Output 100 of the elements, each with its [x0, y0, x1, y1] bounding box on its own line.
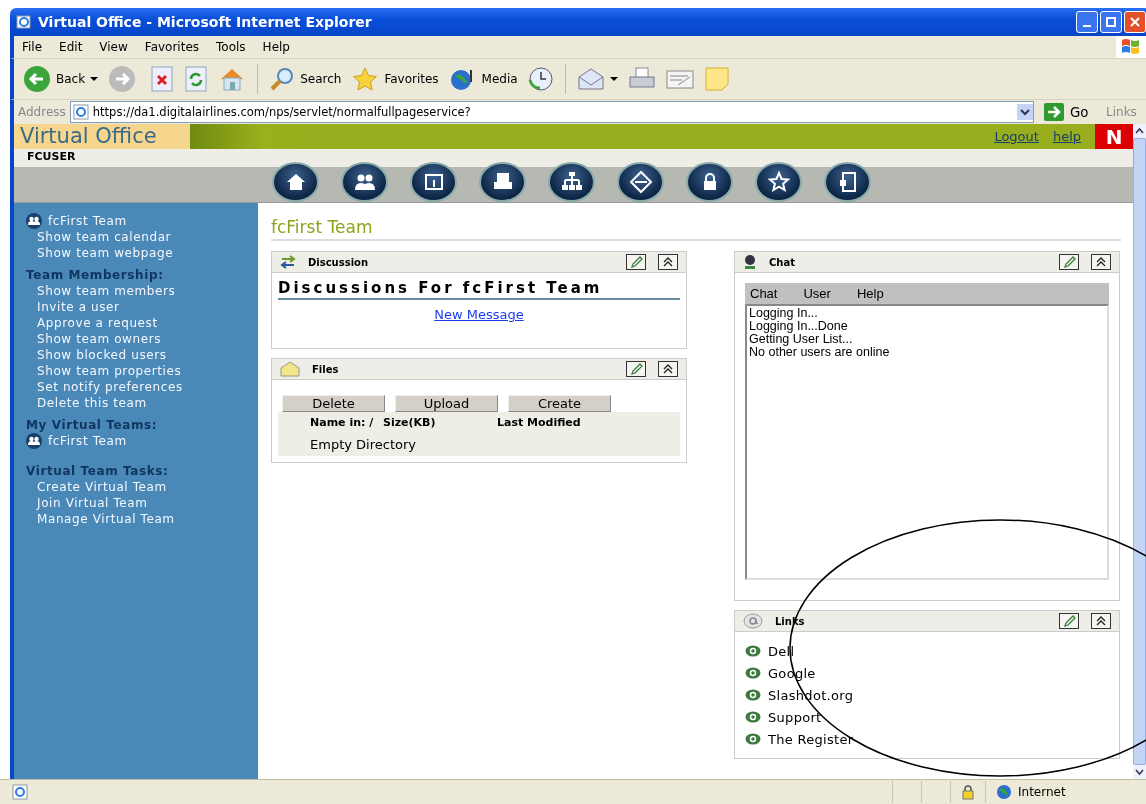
edit-panel-button[interactable]: [626, 254, 646, 270]
panel-title: Discussion: [308, 256, 369, 268]
globe-icon: [996, 784, 1012, 800]
file-action-button[interactable]: Create: [508, 395, 611, 412]
dropdown-icon: [1017, 104, 1033, 120]
back-button[interactable]: Back: [20, 65, 102, 93]
username: FCUSER: [26, 150, 76, 163]
pencil-icon: [1062, 255, 1076, 269]
sidebar-link[interactable]: Show blocked users: [26, 347, 258, 363]
column-header: Name in: /: [310, 416, 375, 429]
go-button[interactable]: Go: [1038, 102, 1102, 122]
page-icon: [72, 104, 89, 120]
chat-menu-item[interactable]: Chat: [750, 286, 778, 301]
sidebar-link[interactable]: Show team members: [26, 283, 258, 299]
windows-flag-icon: [1120, 37, 1142, 57]
search-icon: [269, 66, 296, 92]
edit-panel-button[interactable]: [1059, 613, 1079, 629]
home-nav-button[interactable]: [272, 161, 319, 202]
header-link[interactable]: help: [1052, 129, 1081, 144]
edit-panel-button[interactable]: [626, 361, 646, 377]
sidebar-link[interactable]: Show team calendar: [26, 229, 258, 245]
sidebar-link[interactable]: Show team owners: [26, 331, 258, 347]
sidebar-link[interactable]: Approve a request: [26, 315, 258, 331]
address-field[interactable]: https://da1.digitalairlines.com/nps/servlet/normalfullpageservice?: [69, 101, 1034, 123]
sidebar-link[interactable]: Delete this team: [26, 395, 258, 411]
lock-nav-button[interactable]: [686, 161, 733, 202]
sidebar-heading: Team Membership:: [26, 267, 165, 283]
minimize-button[interactable]: [1076, 11, 1098, 33]
chat-log-line: No other users are online: [749, 346, 891, 359]
menu-item[interactable]: File: [22, 40, 43, 54]
star-icon: [766, 169, 791, 194]
window-title: Virtual Office - Microsoft Internet Explorer: [38, 14, 373, 30]
link-bullet-icon: [745, 667, 761, 679]
sidebar-link[interactable]: Join Virtual Team: [26, 495, 258, 511]
page-title: fcFirst Team: [271, 217, 1121, 241]
link-bullet-icon: [745, 645, 761, 657]
pencil-icon: [629, 362, 643, 376]
maximize-icon: [1106, 17, 1116, 27]
collapse-panel-button[interactable]: [658, 254, 678, 270]
chat-menu-item[interactable]: Help: [856, 286, 884, 301]
double-chevron-up-icon: [1094, 614, 1108, 628]
minimize-icon: [1083, 25, 1091, 27]
info-nav-button[interactable]: [410, 161, 457, 202]
refresh-page-icon: [184, 66, 209, 92]
person-icon: [743, 254, 757, 270]
sidebar-link[interactable]: Set notify preferences: [26, 379, 258, 395]
menu-item[interactable]: Edit: [59, 40, 83, 54]
pencil-icon: [1062, 614, 1076, 628]
header-link[interactable]: Logout: [994, 129, 1039, 144]
stop-page-icon: [150, 66, 175, 92]
sidebar-link[interactable]: Invite a user: [26, 299, 258, 315]
menu-item[interactable]: Favorites: [144, 40, 200, 54]
sidebar-link[interactable]: Create Virtual Team: [26, 479, 258, 495]
menu-item[interactable]: Tools: [216, 40, 246, 54]
menu-item[interactable]: Help: [262, 40, 290, 54]
printer-nav-button[interactable]: [479, 161, 526, 202]
chat-log-line: Logging In...Done: [749, 320, 849, 333]
new-message-link[interactable]: New Message: [434, 307, 524, 322]
media-button[interactable]: Media: [445, 66, 521, 92]
notepad-pencil-icon: [665, 68, 694, 90]
team-link[interactable]: fcFirst Team: [26, 433, 258, 449]
panel-title: Files: [312, 363, 339, 375]
collapse-panel-button[interactable]: [1091, 254, 1111, 270]
star-nav-button[interactable]: [755, 161, 802, 202]
team-icon: [26, 433, 42, 449]
swap-arrows-icon: [280, 255, 296, 269]
link-bullet-icon: [745, 733, 761, 745]
star-icon: [351, 66, 380, 92]
page-icon: [12, 784, 28, 800]
close-button[interactable]: [1124, 11, 1146, 33]
maximize-button[interactable]: [1100, 11, 1122, 33]
sticky-note-icon: [703, 66, 730, 92]
caret-icon: [90, 76, 99, 82]
menu-item[interactable]: View: [99, 40, 128, 54]
double-chevron-up-icon: [661, 362, 675, 376]
chat-menu-item[interactable]: User: [803, 286, 831, 301]
bookmark-link[interactable]: The Register: [768, 731, 854, 747]
sidebar-heading: My Virtual Teams:: [26, 417, 159, 433]
hierarchy-nav-button[interactable]: [548, 161, 595, 202]
team-link[interactable]: fcFirst Team: [26, 213, 258, 229]
bookmark-link[interactable]: Support: [768, 709, 822, 725]
people-nav-button[interactable]: [341, 161, 388, 202]
favorites-button[interactable]: Favorites: [348, 66, 442, 92]
sidebar-heading: Virtual Team Tasks:: [26, 463, 170, 479]
collapse-panel-button[interactable]: [1091, 613, 1111, 629]
site-brand: Virtual Office: [14, 124, 190, 149]
close-icon: [1130, 17, 1140, 27]
address-label: Address: [17, 105, 66, 119]
file-action-button[interactable]: Upload: [395, 395, 498, 412]
document-nav-button[interactable]: [824, 161, 871, 202]
edit-panel-button[interactable]: [1059, 254, 1079, 270]
sidebar-link[interactable]: Manage Virtual Team: [26, 511, 258, 527]
double-chevron-up-icon: [661, 255, 675, 269]
file-action-button[interactable]: Delete: [282, 395, 385, 412]
panel-title: Chat: [769, 256, 795, 268]
collapse-panel-button[interactable]: [658, 361, 678, 377]
sidebar-link[interactable]: Show team properties: [26, 363, 258, 379]
search-button[interactable]: Search: [266, 66, 345, 92]
browser-icon: [16, 14, 32, 30]
sidebar-link[interactable]: Show team webpage: [26, 245, 258, 261]
